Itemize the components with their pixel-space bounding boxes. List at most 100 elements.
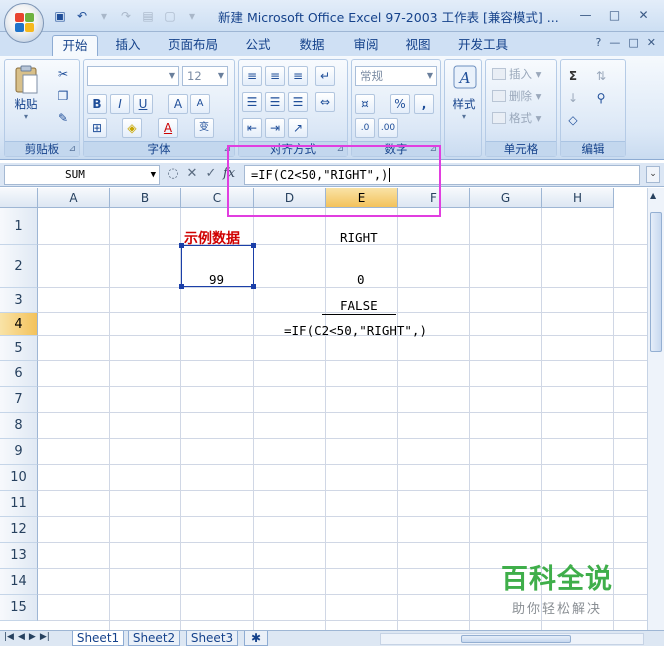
- row-header-6[interactable]: 6: [0, 361, 38, 387]
- insert-function-icon[interactable]: fx: [223, 166, 235, 181]
- row-header-8[interactable]: 8: [0, 413, 38, 439]
- minimize-button[interactable]: —: [571, 5, 600, 25]
- format-cells-button[interactable]: 格式 ▾: [492, 110, 541, 126]
- sheet-tab-sheet2[interactable]: Sheet2: [128, 631, 180, 646]
- increase-decimal-icon[interactable]: .0: [355, 118, 375, 138]
- column-header-c[interactable]: C: [181, 188, 254, 208]
- increase-indent-icon[interactable]: ⇥: [265, 118, 285, 138]
- tab-insert[interactable]: 插入: [108, 35, 148, 56]
- tab-data[interactable]: 数据: [292, 35, 332, 56]
- grow-font-icon[interactable]: A: [168, 94, 188, 114]
- row-header-3[interactable]: 3: [0, 288, 38, 313]
- tab-view[interactable]: 视图: [398, 35, 438, 56]
- currency-icon[interactable]: ¤: [355, 94, 375, 114]
- percent-button[interactable]: %: [390, 94, 410, 114]
- row-header-14[interactable]: 14: [0, 569, 38, 595]
- last-sheet-icon[interactable]: ▶|: [40, 632, 50, 642]
- shrink-font-icon[interactable]: A: [190, 94, 210, 114]
- column-header-b[interactable]: B: [110, 188, 181, 208]
- dropdown-arrow-icon[interactable]: ▾: [96, 8, 112, 24]
- decrease-decimal-icon[interactable]: .00: [378, 118, 398, 138]
- align-left-icon[interactable]: ☰: [242, 92, 262, 112]
- formula-input[interactable]: =IF(C2<50,"RIGHT",): [244, 165, 640, 185]
- cell-e1[interactable]: RIGHT: [340, 230, 378, 245]
- align-center-icon[interactable]: ☰: [265, 92, 285, 112]
- cell-e2[interactable]: 0: [357, 272, 365, 287]
- customize-qat-icon[interactable]: ▾: [184, 8, 200, 24]
- row-header-9[interactable]: 9: [0, 439, 38, 465]
- fill-icon[interactable]: ↓: [563, 88, 583, 108]
- styles-button[interactable]: A 样式 ▾: [447, 64, 481, 121]
- new-document-icon[interactable]: ▢: [162, 8, 178, 24]
- save-icon[interactable]: ▣: [52, 8, 68, 24]
- expand-formula-bar-icon[interactable]: ⌄: [646, 166, 660, 183]
- find-select-icon[interactable]: ⚲: [591, 88, 611, 108]
- underline-icon[interactable]: U: [133, 94, 153, 114]
- row-header-13[interactable]: 13: [0, 543, 38, 569]
- office-button[interactable]: [4, 3, 44, 43]
- fill-color-icon[interactable]: ◈: [122, 118, 142, 138]
- prev-sheet-icon[interactable]: ◀: [18, 632, 25, 642]
- dialog-launcher-icon[interactable]: ⊿: [68, 144, 76, 154]
- cell-c1[interactable]: 示例数据: [184, 228, 240, 248]
- row-header-15[interactable]: 15: [0, 595, 38, 621]
- align-top-icon[interactable]: ≡: [242, 66, 262, 86]
- format-painter-icon[interactable]: ✎: [53, 108, 73, 128]
- tab-page-layout[interactable]: 页面布局: [162, 35, 224, 56]
- decrease-indent-icon[interactable]: ⇤: [242, 118, 262, 138]
- column-header-d[interactable]: D: [254, 188, 326, 208]
- redo-icon[interactable]: ↷: [118, 8, 134, 24]
- tab-review[interactable]: 审阅: [346, 35, 386, 56]
- dialog-launcher-icon[interactable]: ⊿: [429, 144, 437, 154]
- autosum-button[interactable]: Σ: [563, 66, 583, 86]
- merge-center-icon[interactable]: ⇔: [315, 92, 335, 112]
- undo-icon[interactable]: ↶: [74, 8, 90, 24]
- name-box[interactable]: SUM ▼: [4, 165, 160, 185]
- cell-e3[interactable]: FALSE: [322, 298, 396, 315]
- sort-filter-icon[interactable]: ⇅: [591, 66, 611, 86]
- bold-icon[interactable]: B: [87, 94, 107, 114]
- align-bottom-icon[interactable]: ≡: [288, 66, 308, 86]
- copy-icon[interactable]: ❐: [53, 86, 73, 106]
- ribbon-restore-button[interactable]: □: [628, 36, 638, 49]
- row-header-12[interactable]: 12: [0, 517, 38, 543]
- align-middle-icon[interactable]: ≡: [265, 66, 285, 86]
- column-header-e[interactable]: E: [326, 188, 398, 208]
- vertical-scroll-thumb[interactable]: [650, 212, 662, 352]
- clear-icon[interactable]: ◇: [563, 110, 583, 130]
- orientation-icon[interactable]: ↗: [288, 118, 308, 138]
- scroll-up-icon[interactable]: ▲: [650, 191, 656, 200]
- maximize-button[interactable]: □: [600, 5, 629, 25]
- column-header-a[interactable]: A: [38, 188, 110, 208]
- tab-home[interactable]: 开始: [52, 35, 98, 56]
- row-header-11[interactable]: 11: [0, 491, 38, 517]
- comma-button[interactable]: ,: [414, 94, 434, 114]
- row-header-2[interactable]: 2: [0, 245, 38, 288]
- ribbon-minimize-button[interactable]: —: [609, 36, 620, 49]
- column-header-h[interactable]: H: [542, 188, 614, 208]
- tab-formulas[interactable]: 公式: [238, 35, 278, 56]
- row-header-10[interactable]: 10: [0, 465, 38, 491]
- wrap-text-icon[interactable]: ↵: [315, 66, 335, 86]
- enter-icon[interactable]: ✓: [204, 166, 218, 181]
- phonetic-icon[interactable]: 变: [194, 118, 214, 138]
- align-right-icon[interactable]: ☰: [288, 92, 308, 112]
- vertical-scrollbar[interactable]: ▲: [647, 188, 664, 630]
- first-sheet-icon[interactable]: |◀: [4, 632, 14, 642]
- delete-cells-button[interactable]: 删除 ▾: [492, 88, 541, 104]
- font-color-icon[interactable]: A: [158, 118, 178, 138]
- next-sheet-icon[interactable]: ▶: [29, 632, 36, 642]
- row-header-4[interactable]: 4: [0, 313, 38, 336]
- font-size-combo[interactable]: 12 ▼: [182, 66, 228, 86]
- dialog-launcher-icon[interactable]: ⊿: [336, 144, 344, 154]
- row-header-7[interactable]: 7: [0, 387, 38, 413]
- font-name-combo[interactable]: ▼: [87, 66, 179, 86]
- tab-developer[interactable]: 开发工具: [450, 35, 516, 56]
- row-header-5[interactable]: 5: [0, 336, 38, 361]
- print-preview-icon[interactable]: ▤: [140, 8, 156, 24]
- sheet-tab-sheet1[interactable]: Sheet1: [72, 631, 124, 646]
- column-header-g[interactable]: G: [470, 188, 542, 208]
- italic-icon[interactable]: I: [110, 94, 130, 114]
- select-all-corner[interactable]: [0, 188, 38, 208]
- number-format-combo[interactable]: 常规 ▼: [355, 66, 437, 86]
